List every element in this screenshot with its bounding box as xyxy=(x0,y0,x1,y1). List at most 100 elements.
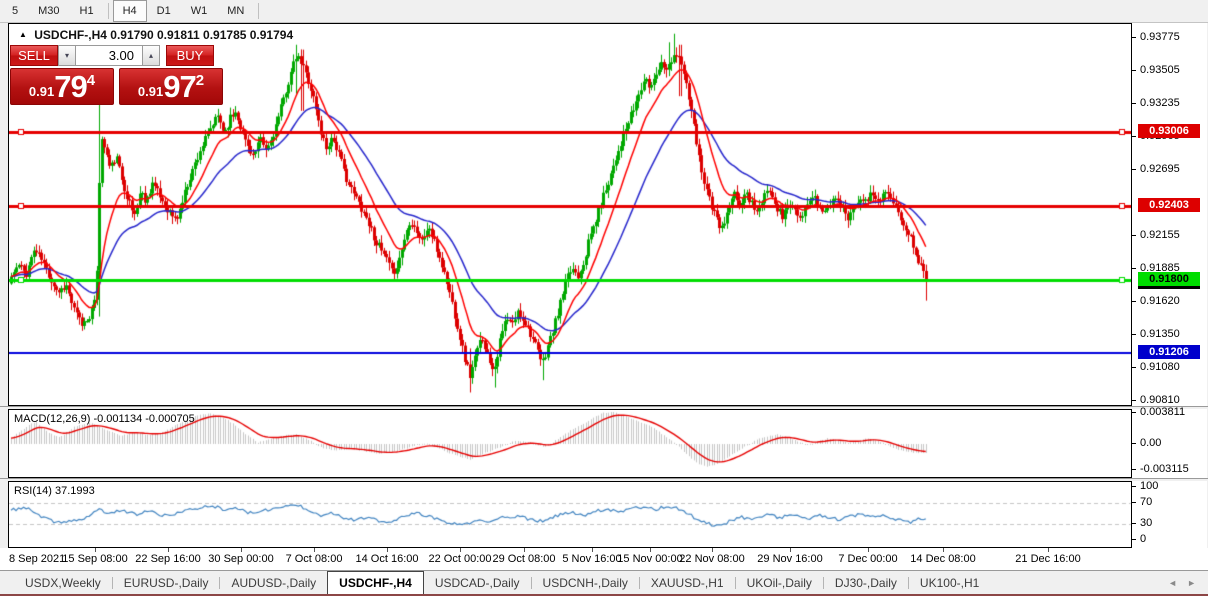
timeframe-button-mn[interactable]: MN xyxy=(217,0,254,22)
price-tick-dash xyxy=(1132,235,1136,236)
buy-price-tile[interactable]: 0.91 97 2 xyxy=(119,68,223,105)
price-axis-label: 0.93505 xyxy=(1140,64,1180,76)
time-axis-label: 22 Nov 08:00 xyxy=(679,553,744,565)
time-axis-label: 14 Dec 08:00 xyxy=(910,553,975,565)
chart-tab-usdcad-[interactable]: USDCAD-,Daily xyxy=(424,571,531,594)
price-tick-dash xyxy=(1132,103,1136,104)
price-tick-dash xyxy=(1132,268,1136,269)
chart-title: ▲ USDCHF-,H4 0.91790 0.91811 0.91785 0.9… xyxy=(19,28,293,42)
time-axis-label: 15 Sep 08:00 xyxy=(62,553,127,565)
chart-tab-usdcnh-[interactable]: USDCNH-,Daily xyxy=(532,571,639,594)
timeframe-button-h4[interactable]: H4 xyxy=(113,0,147,22)
time-tick-dash xyxy=(168,548,169,552)
time-axis-label: 5 Nov 16:00 xyxy=(562,553,621,565)
price-axis-label: 0.91080 xyxy=(1140,361,1180,373)
time-tick-dash xyxy=(592,548,593,552)
time-axis-label: 8 Sep 2021 xyxy=(9,553,65,565)
time-axis-label: 30 Sep 00:00 xyxy=(208,553,273,565)
price-tick-dash xyxy=(1132,301,1136,302)
time-axis-label: 29 Oct 08:00 xyxy=(493,553,556,565)
time-axis-label: 29 Nov 16:00 xyxy=(757,553,822,565)
chart-symbol-label: USDCHF-,H4 xyxy=(34,28,107,42)
buy-button[interactable]: BUY xyxy=(166,45,214,66)
price-tick-dash xyxy=(1132,136,1136,137)
time-axis-label: 22 Sep 16:00 xyxy=(135,553,200,565)
time-axis-label: 21 Dec 16:00 xyxy=(1015,553,1080,565)
time-tick-dash xyxy=(95,548,96,552)
price-axis-label: 0.93775 xyxy=(1140,31,1180,43)
chart-tab-dj30-[interactable]: DJ30-,Daily xyxy=(824,571,908,594)
rsi-axis-label: 70 xyxy=(1140,496,1152,508)
time-tick-dash xyxy=(460,548,461,552)
time-tick-dash xyxy=(650,548,651,552)
macd-axis-label: 0.00 xyxy=(1140,437,1161,449)
time-tick-dash xyxy=(524,548,525,552)
macd-tick-dash xyxy=(1132,469,1136,470)
timeframe-button-d1[interactable]: D1 xyxy=(147,0,181,22)
chart-tab-usdx[interactable]: USDX,Weekly xyxy=(14,571,112,594)
hline-price-label[interactable]: 0.91206 xyxy=(1138,345,1200,359)
left-gutter xyxy=(0,409,8,478)
timeframe-button-h1[interactable]: H1 xyxy=(70,0,104,22)
price-axis[interactable]: 0.937750.935050.932350.929650.926950.921… xyxy=(1132,23,1207,406)
time-tick-dash xyxy=(943,548,944,552)
sell-price-prefix: 0.91 xyxy=(29,84,54,99)
rsi-axis-label: 100 xyxy=(1140,480,1158,492)
time-axis[interactable]: 8 Sep 202115 Sep 08:00 22 Sep 16:00 30 Sep… xyxy=(0,548,1208,570)
macd-axis-label: 0.003811 xyxy=(1140,406,1185,418)
chart-tab-ukoil-[interactable]: UKOil-,Daily xyxy=(736,571,823,594)
time-axis-label: 22 Oct 00:00 xyxy=(429,553,492,565)
hline-price-label[interactable]: 0.93006 xyxy=(1138,124,1200,138)
hline-price-label[interactable]: 0.92403 xyxy=(1138,198,1200,212)
volume-increase-button[interactable]: ▴ xyxy=(142,45,160,66)
rsi-indicator-label: RSI(14) 37.1993 xyxy=(14,485,95,497)
volume-decrease-button[interactable]: ▾ xyxy=(58,45,76,66)
rsi-tick-dash xyxy=(1132,539,1136,540)
one-click-trading-panel: SELL ▾ ▴ BUY 0.91 79 4 0.91 97 2 xyxy=(10,45,232,105)
price-axis-label: 0.92155 xyxy=(1140,229,1180,241)
sell-price-tile[interactable]: 0.91 79 4 xyxy=(10,68,114,105)
rsi-axis[interactable]: 10070300 xyxy=(1132,481,1207,548)
price-tick-dash xyxy=(1132,37,1136,38)
buy-price-pip: 2 xyxy=(196,72,204,89)
macd-axis-label: -0.003115 xyxy=(1140,463,1189,475)
time-tick-dash xyxy=(712,548,713,552)
rsi-tick-dash xyxy=(1132,523,1136,524)
price-tick-dash xyxy=(1132,169,1136,170)
price-axis-label: 0.93235 xyxy=(1140,97,1180,109)
sell-price-big: 79 xyxy=(54,71,86,102)
chart-tab-eurusd-[interactable]: EURUSD-,Daily xyxy=(113,571,220,594)
time-tick-dash xyxy=(1048,548,1049,552)
toolbar-separator xyxy=(258,3,259,19)
chart-ohlc-values: 0.91790 0.91811 0.91785 0.91794 xyxy=(110,28,293,42)
chart-tab-audusd-[interactable]: AUDUSD-,Daily xyxy=(220,571,327,594)
tab-scroll-right-icon[interactable]: ► xyxy=(1187,578,1196,588)
macd-indicator-label: MACD(12,26,9) -0.001134 -0.000705 xyxy=(14,413,195,425)
timeframe-button-5[interactable]: 5 xyxy=(2,0,28,22)
sell-button[interactable]: SELL xyxy=(10,45,58,66)
macd-axis[interactable]: 0.003811 0.00 -0.003115 xyxy=(1132,409,1207,478)
volume-input[interactable] xyxy=(76,45,142,66)
rsi-axis-label: 30 xyxy=(1140,517,1152,529)
time-tick-dash xyxy=(387,548,388,552)
chart-tab-uk100-[interactable]: UK100-,H1 xyxy=(909,571,990,594)
price-tick-dash xyxy=(1132,400,1136,401)
rsi-tick-dash xyxy=(1132,502,1136,503)
buy-price-big: 97 xyxy=(163,71,195,102)
collapse-triangle-icon[interactable]: ▲ xyxy=(19,30,27,39)
price-tick-dash xyxy=(1132,334,1136,335)
price-tick-dash xyxy=(1132,367,1136,368)
toolbar-separator xyxy=(108,3,109,19)
time-tick-dash xyxy=(868,548,869,552)
tab-scroll-left-icon[interactable]: ◄ xyxy=(1168,578,1177,588)
chart-tab-xauusd-[interactable]: XAUUSD-,H1 xyxy=(640,571,735,594)
price-axis-label: 0.91620 xyxy=(1140,295,1180,307)
timeframe-toolbar: 5M30H1 H4D1W1MN xyxy=(0,0,1208,23)
hline-price-label[interactable]: 0.91800 xyxy=(1138,272,1200,286)
rsi-chart-canvas[interactable] xyxy=(9,482,1131,547)
price-axis-label: 0.91350 xyxy=(1140,328,1180,340)
chart-tab-usdchf-[interactable]: USDCHF-,H4 xyxy=(327,571,424,594)
timeframe-button-m30[interactable]: M30 xyxy=(28,0,69,22)
price-tick-dash xyxy=(1132,70,1136,71)
timeframe-button-w1[interactable]: W1 xyxy=(181,0,218,22)
